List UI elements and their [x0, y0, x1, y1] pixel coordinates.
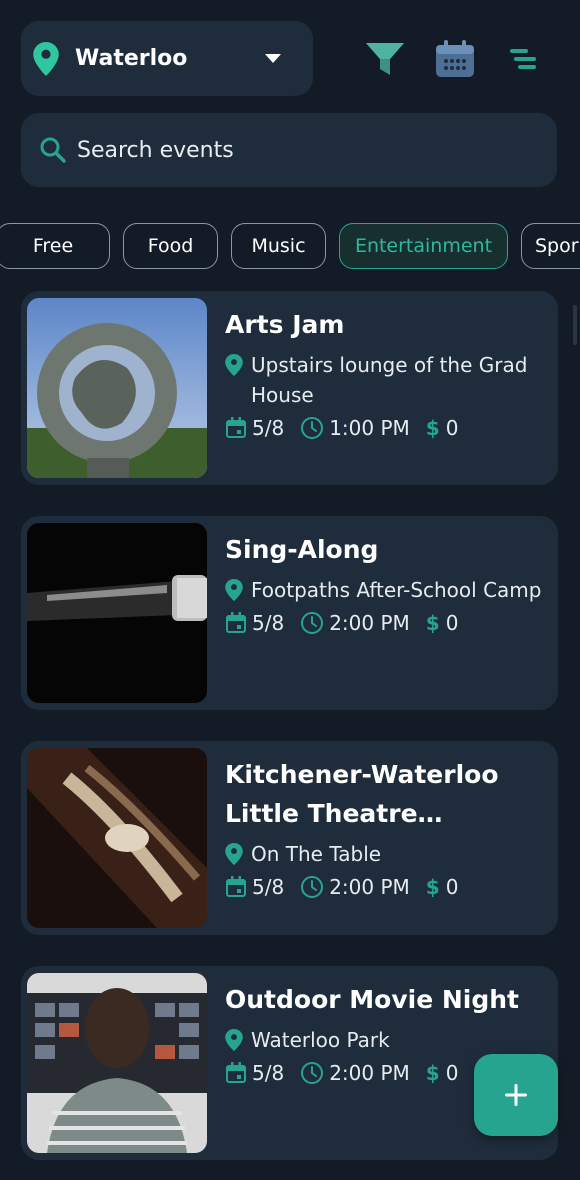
- event-card[interactable]: Arts Jam Upstairs lounge of the Grad Hou…: [21, 291, 558, 485]
- event-info: Sing-Along Footpaths After-School Camp 5…: [225, 530, 548, 635]
- location-selector[interactable]: Waterloo: [21, 21, 313, 96]
- location-pin-icon: [225, 354, 243, 376]
- search-icon: [40, 137, 66, 163]
- clock-icon: [301, 417, 324, 439]
- calendar-icon[interactable]: [433, 37, 477, 81]
- dollar-icon: $: [425, 875, 440, 899]
- event-image: [27, 523, 207, 703]
- chip-entertainment[interactable]: Entertainment: [339, 223, 508, 269]
- sort-icon[interactable]: [501, 37, 545, 81]
- event-title: Kitchener-Waterloo Little Theatre Presen…: [225, 760, 499, 828]
- filter-icon[interactable]: [363, 37, 407, 81]
- location-name: Waterloo: [75, 46, 188, 71]
- dollar-icon: $: [425, 1061, 440, 1085]
- search-bar: [21, 113, 557, 187]
- calendar-icon: [226, 876, 246, 897]
- category-chips: Free Food Music Entertainment Spor: [0, 222, 580, 270]
- chip-music[interactable]: Music: [231, 223, 326, 269]
- calendar-icon: [226, 612, 246, 633]
- event-card[interactable]: Kitchener-Waterloo Little Theatre Presen…: [21, 741, 558, 935]
- chevron-down-icon: [265, 54, 281, 63]
- location-pin-icon: [33, 41, 59, 76]
- event-title: Sing-Along: [225, 535, 379, 564]
- chip-free[interactable]: Free: [0, 223, 110, 269]
- scrollbar[interactable]: [573, 305, 577, 345]
- calendar-icon: [226, 417, 246, 438]
- event-venue: On The Table: [225, 839, 548, 869]
- dollar-icon: $: [425, 416, 440, 440]
- top-bar: Waterloo: [21, 21, 561, 96]
- chip-food[interactable]: Food: [123, 223, 218, 269]
- dollar-icon: $: [425, 611, 440, 635]
- location-pin-icon: [225, 579, 243, 601]
- clock-icon: [301, 1062, 324, 1084]
- plus-icon: [505, 1084, 527, 1106]
- event-card[interactable]: Sing-Along Footpaths After-School Camp 5…: [21, 516, 558, 710]
- event-venue: Waterloo Park: [225, 1025, 548, 1055]
- event-meta: 5/8 1:00 PM $0: [225, 416, 548, 440]
- location-pin-icon: [225, 843, 243, 865]
- location-pin-icon: [225, 1029, 243, 1051]
- chip-sports[interactable]: Spor: [521, 223, 580, 269]
- clock-icon: [301, 876, 324, 898]
- event-meta: 5/8 2:00 PM $0: [225, 611, 548, 635]
- event-title: Outdoor Movie Night: [225, 985, 519, 1014]
- event-venue: Footpaths After-School Camp: [225, 575, 548, 605]
- add-event-button[interactable]: [474, 1054, 558, 1136]
- event-image: [27, 748, 207, 928]
- event-image: [27, 973, 207, 1153]
- search-input[interactable]: [77, 137, 517, 163]
- event-venue: Upstairs lounge of the Grad House: [225, 350, 548, 410]
- event-title: Arts Jam: [225, 310, 345, 339]
- event-info: Arts Jam Upstairs lounge of the Grad Hou…: [225, 305, 548, 440]
- event-meta: 5/8 2:00 PM $0: [225, 875, 548, 899]
- clock-icon: [301, 612, 324, 634]
- event-info: Kitchener-Waterloo Little Theatre Presen…: [225, 755, 548, 899]
- calendar-icon: [226, 1062, 246, 1083]
- event-image: [27, 298, 207, 478]
